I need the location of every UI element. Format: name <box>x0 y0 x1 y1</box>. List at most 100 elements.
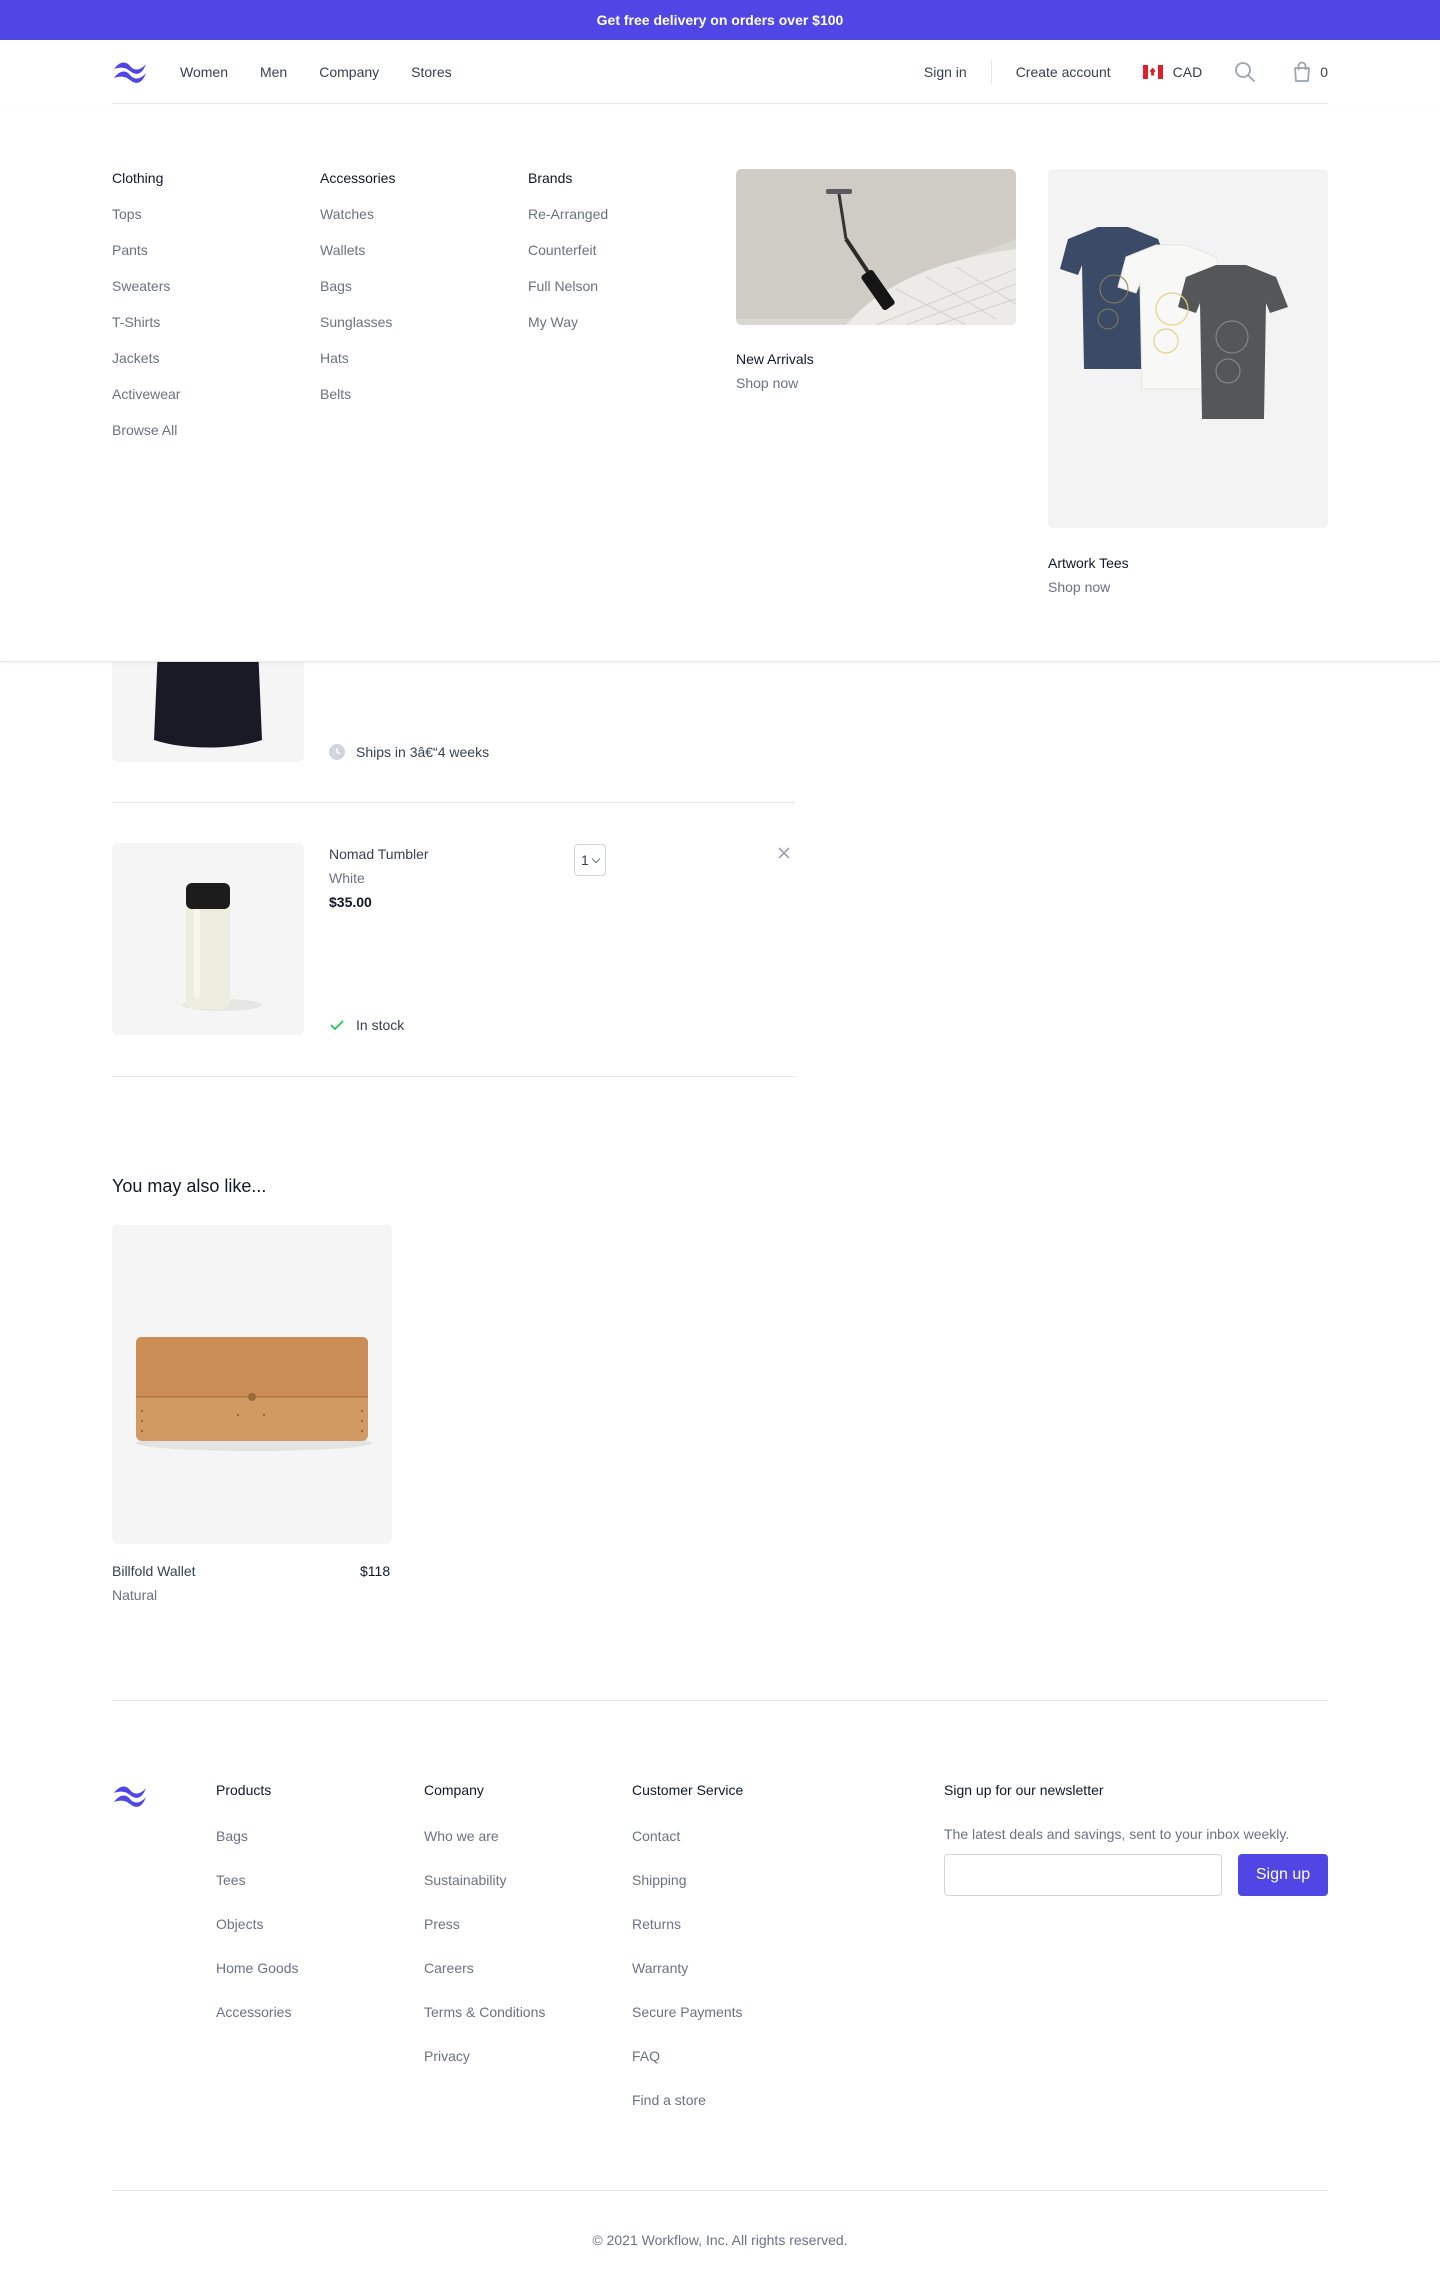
footer-link-secure-payments[interactable]: Secure Payments <box>632 2002 743 2046</box>
menu-item-tops[interactable]: Tops <box>112 204 180 240</box>
menu-item-browse-all[interactable]: Browse All <box>112 420 180 456</box>
menu-item-jackets[interactable]: Jackets <box>112 348 180 384</box>
newsletter-description: The latest deals and savings, sent to yo… <box>944 1826 1290 1842</box>
recommended-product-image[interactable] <box>112 1225 392 1544</box>
menu-item-my-way[interactable]: My Way <box>528 312 608 348</box>
primary-nav-links: Women Men Company Stores <box>180 64 452 80</box>
menu-column-brands: Brands Re-Arranged Counterfeit Full Nels… <box>528 170 608 348</box>
footer-link-contact[interactable]: Contact <box>632 1826 743 1870</box>
footer-column-customer-service: Customer Service Contact Shipping Return… <box>632 1782 743 2134</box>
chevron-down-icon <box>591 854 601 864</box>
menu-column-accessories: Accessories Watches Wallets Bags Sunglas… <box>320 170 395 420</box>
check-icon <box>330 1020 344 1031</box>
newsletter-email-input[interactable] <box>944 1854 1222 1896</box>
nav-link-men[interactable]: Men <box>260 64 287 80</box>
newsletter-heading: Sign up for our newsletter <box>944 1782 1104 1798</box>
menu-heading-accessories: Accessories <box>320 170 396 186</box>
quantity-select[interactable]: 1 <box>574 844 606 876</box>
search-button[interactable] <box>1234 61 1256 83</box>
feature-title-new-arrivals[interactable]: New Arrivals <box>736 351 814 367</box>
announcement-banner: Get free delivery on orders over $100 <box>0 0 1440 40</box>
menu-column-clothing: Clothing Tops Pants Sweaters T-Shirts Ja… <box>112 170 180 456</box>
feature-cta-new-arrivals[interactable]: Shop now <box>736 375 798 391</box>
footer-link-privacy[interactable]: Privacy <box>424 2046 545 2090</box>
artwork-tees-image[interactable] <box>1048 169 1328 528</box>
wave-logo-icon[interactable] <box>112 1784 148 1808</box>
menu-item-hats[interactable]: Hats <box>320 348 395 384</box>
footer-link-faq[interactable]: FAQ <box>632 2046 743 2090</box>
menu-item-sunglasses[interactable]: Sunglasses <box>320 312 395 348</box>
cart-button[interactable]: 0 <box>1292 61 1328 83</box>
canada-flag-icon <box>1142 64 1163 79</box>
menu-item-sweaters[interactable]: Sweaters <box>112 276 180 312</box>
footer-link-returns[interactable]: Returns <box>632 1914 743 1958</box>
footer-heading-customer-service: Customer Service <box>632 1782 744 1798</box>
cart-item-2-image[interactable] <box>112 843 304 1035</box>
footer-link-bags[interactable]: Bags <box>216 1826 298 1870</box>
currency-label: CAD <box>1172 63 1203 80</box>
cart-item-2-color: White <box>329 870 365 886</box>
cart-item-2-status: In stock <box>356 1017 405 1033</box>
recommended-product-name[interactable]: Billfold Wallet <box>112 1563 196 1579</box>
footer-divider <box>112 1700 1328 1701</box>
menu-item-t-shirts[interactable]: T-Shirts <box>112 312 180 348</box>
cart-count: 0 <box>1320 63 1328 80</box>
footer-heading-company: Company <box>424 1782 484 1798</box>
footer-link-tees[interactable]: Tees <box>216 1870 298 1914</box>
footer-link-warranty[interactable]: Warranty <box>632 1958 743 2002</box>
shopping-bag-icon <box>1294 61 1311 82</box>
cart-item-1-status: Ships in 3â€“4 weeks <box>356 744 490 760</box>
footer-link-terms[interactable]: Terms & Conditions <box>424 2002 545 2046</box>
footer-link-press[interactable]: Press <box>424 1914 545 1958</box>
footer-column-products: Products Bags Tees Objects Home Goods Ac… <box>216 1782 298 2046</box>
footer-link-home-goods[interactable]: Home Goods <box>216 1958 298 2002</box>
currency-selector[interactable]: CAD <box>1142 63 1203 80</box>
banner-text: Get free delivery on orders over $100 <box>596 12 844 28</box>
create-account-link[interactable]: Create account <box>1016 64 1111 80</box>
menu-item-belts[interactable]: Belts <box>320 384 395 420</box>
nav-link-women[interactable]: Women <box>180 64 228 80</box>
menu-item-wallets[interactable]: Wallets <box>320 240 395 276</box>
menu-item-bags[interactable]: Bags <box>320 276 395 312</box>
menu-item-re-arranged[interactable]: Re-Arranged <box>528 204 608 240</box>
wave-logo-icon[interactable] <box>112 60 148 84</box>
sign-in-link[interactable]: Sign in <box>924 64 967 80</box>
menu-item-counterfeit[interactable]: Counterfeit <box>528 240 608 276</box>
footer-link-careers[interactable]: Careers <box>424 1958 545 2002</box>
footer-link-find-a-store[interactable]: Find a store <box>632 2090 743 2134</box>
copyright-text: © 2021 Workflow, Inc. All rights reserve… <box>592 2232 848 2248</box>
newsletter-signup-button[interactable]: Sign up <box>1238 1854 1328 1896</box>
cart-divider <box>112 1076 795 1077</box>
account-nav: Sign in Create account CAD 0 <box>924 59 1328 84</box>
footer-heading-products: Products <box>216 1782 272 1798</box>
nav-link-stores[interactable]: Stores <box>411 64 451 80</box>
menu-heading-clothing: Clothing <box>112 170 164 186</box>
recommended-product-price: $118 <box>360 1563 391 1579</box>
footer-link-sustainability[interactable]: Sustainability <box>424 1870 545 1914</box>
nav-link-company[interactable]: Company <box>319 64 379 80</box>
remove-item-close-icon[interactable] <box>776 845 792 861</box>
clock-icon <box>329 744 345 760</box>
footer-column-company: Company Who we are Sustainability Press … <box>424 1782 545 2090</box>
menu-item-full-nelson[interactable]: Full Nelson <box>528 276 608 312</box>
cart-divider <box>112 802 795 803</box>
footer-link-shipping[interactable]: Shipping <box>632 1870 743 1914</box>
footer-link-objects[interactable]: Objects <box>216 1914 298 1958</box>
menu-item-activewear[interactable]: Activewear <box>112 384 180 420</box>
footer-bottom-divider <box>112 2190 1328 2191</box>
cart-item-2-name[interactable]: Nomad Tumbler <box>329 846 429 862</box>
menu-item-pants[interactable]: Pants <box>112 240 180 276</box>
footer-link-who-we-are[interactable]: Who we are <box>424 1826 545 1870</box>
footer-link-accessories[interactable]: Accessories <box>216 2002 298 2046</box>
recommended-product-color: Natural <box>112 1587 158 1603</box>
cart-item-2-price: $35.00 <box>329 894 372 910</box>
main-navigation: Women Men Company Stores Sign in Create … <box>112 40 1328 104</box>
mega-menu: Clothing Tops Pants Sweaters T-Shirts Ja… <box>0 105 1440 662</box>
feature-cta-artwork-tees[interactable]: Shop now <box>1048 579 1110 595</box>
menu-heading-brands: Brands <box>528 170 573 186</box>
menu-item-watches[interactable]: Watches <box>320 204 395 240</box>
new-arrivals-image[interactable] <box>736 169 1016 325</box>
feature-title-artwork-tees[interactable]: Artwork Tees <box>1048 555 1129 571</box>
recommendations-heading: You may also like... <box>112 1176 267 1196</box>
nav-divider <box>990 59 992 84</box>
